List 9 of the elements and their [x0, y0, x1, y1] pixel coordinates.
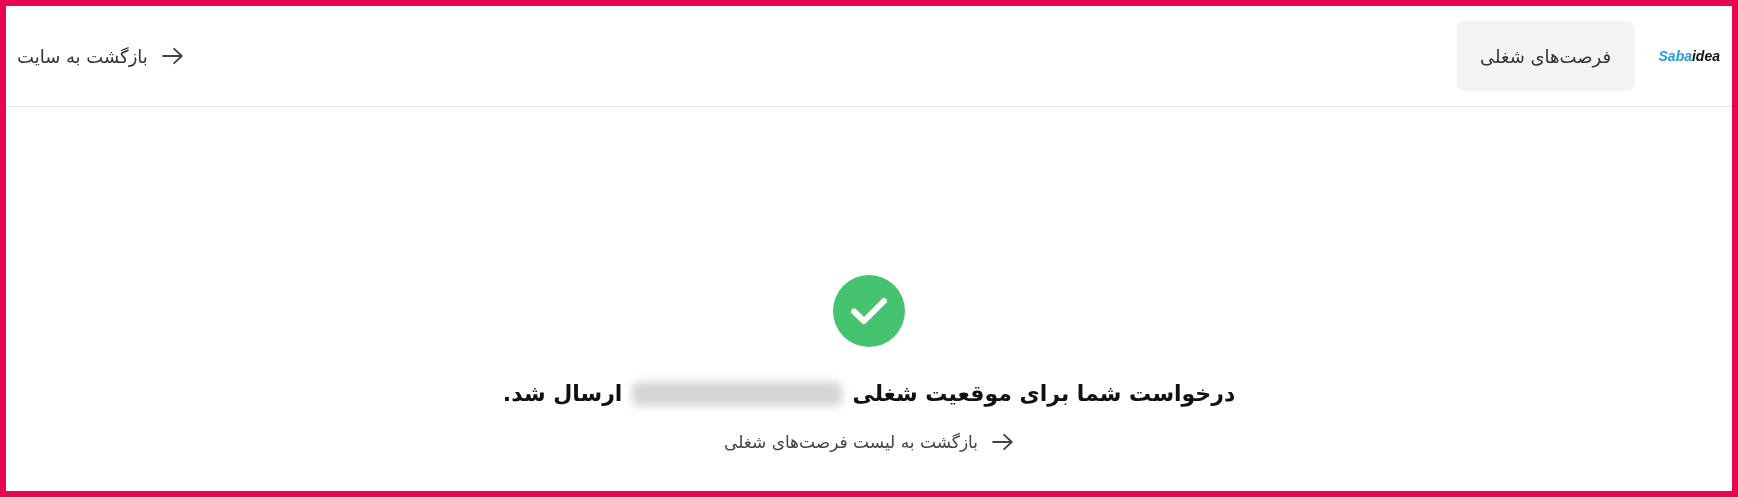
message-text: درخواست شما برای موقعیت شغلی — [852, 381, 1236, 406]
arrow-icon — [161, 47, 184, 65]
back-to-jobs-link[interactable]: بازگشت به لیست فرصت‌های شغلی — [724, 432, 1014, 452]
message-text: ارسال شد. — [502, 381, 623, 406]
back-to-site-link[interactable]: بازگشت به سایت — [17, 45, 184, 67]
nav-tab[interactable]: فرصت‌های شغلی — [1456, 21, 1635, 91]
success-check-icon — [833, 275, 905, 347]
arrow-icon — [992, 433, 1014, 451]
logo[interactable]: Sabaidea — [1658, 48, 1720, 64]
